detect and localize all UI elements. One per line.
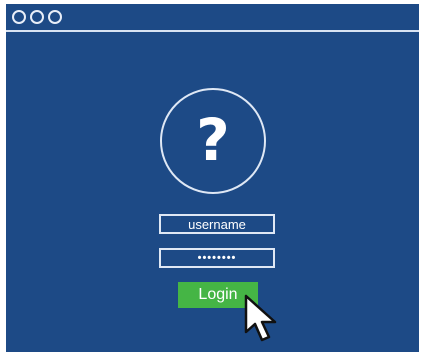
username-input[interactable] (159, 214, 275, 234)
question-mark-icon: ? (196, 106, 230, 174)
password-input[interactable] (159, 248, 275, 268)
title-bar (6, 4, 419, 32)
login-window: ? Login (6, 4, 419, 352)
close-window-button[interactable] (12, 10, 26, 24)
unknown-user-avatar: ? (160, 88, 266, 194)
maximize-window-button[interactable] (48, 10, 62, 24)
mouse-pointer-icon (244, 294, 277, 342)
minimize-window-button[interactable] (30, 10, 44, 24)
